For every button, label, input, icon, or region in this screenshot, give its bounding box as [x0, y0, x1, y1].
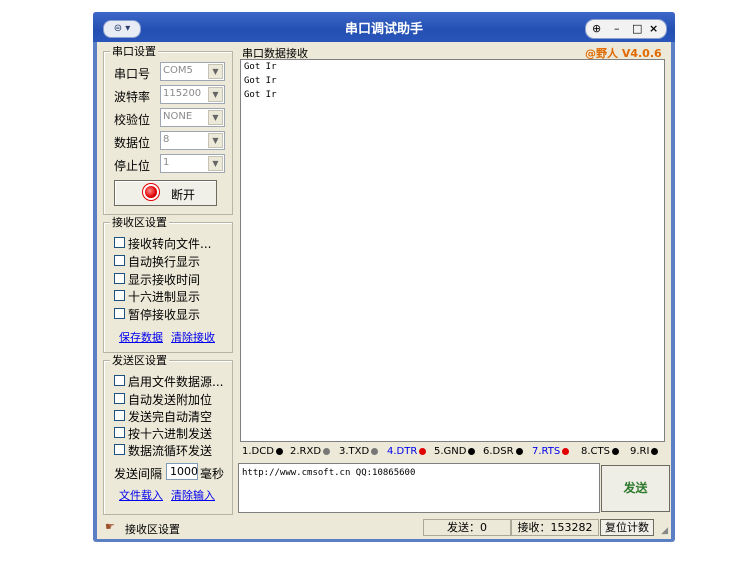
clear-input-link[interactable]: 清除输入 — [171, 487, 215, 503]
signal-dot-icon — [562, 447, 570, 455]
signal-dot-icon — [371, 447, 379, 455]
hand-pointer-icon: ☛ — [105, 520, 115, 533]
pause-display-checkbox[interactable]: 暂停接收显示 — [114, 306, 234, 322]
chevron-down-icon[interactable]: ▼ — [208, 133, 223, 148]
append-bit-checkbox[interactable]: 自动发送附加位 — [114, 391, 234, 407]
port-settings-group: 串口设置 串口号 COM5 ▼ 波特率 115200 ▼ 校验位 NONE ▼ 数据位… — [103, 45, 234, 215]
status-led-icon — [145, 186, 157, 198]
interval-unit: 毫秒 — [200, 467, 225, 481]
hex-send-checkbox[interactable]: 按十六进制发送 — [114, 425, 234, 441]
signal-dot-icon — [419, 447, 427, 455]
send-text: http://www.cmsoft.cn QQ:10865600 — [242, 468, 416, 478]
signal-txd: 3.TXD — [339, 446, 379, 457]
signal-dot-icon — [651, 447, 659, 455]
close-button[interactable]: × — [649, 20, 658, 38]
hex-display-checkbox[interactable]: 十六进制显示 — [114, 288, 234, 304]
signal-dsr: 6.DSR — [483, 446, 523, 457]
file-source-checkbox[interactable]: 启用文件数据源... — [114, 373, 234, 389]
signal-ri: 9.RI — [630, 446, 659, 457]
signal-rxd: 2.RXD — [290, 446, 331, 457]
window-controls: ⊕ – □ × — [585, 19, 667, 39]
send-settings-group: 发送区设置 启用文件数据源... 自动发送附加位 发送完自动清空 按十六进制发送… — [103, 354, 234, 515]
receive-line: Got Ir — [244, 76, 277, 86]
stopbits-row: 停止位 1 ▼ — [114, 154, 234, 174]
resize-grip-icon[interactable]: ◢ — [661, 526, 668, 536]
port-select[interactable]: COM5 ▼ — [160, 62, 225, 81]
signal-dot-icon — [323, 447, 331, 455]
receive-line: Got Ir — [244, 62, 277, 72]
chevron-down-icon[interactable]: ▼ — [208, 87, 223, 102]
port-row: 串口号 COM5 ▼ — [114, 62, 234, 82]
parity-select[interactable]: NONE ▼ — [160, 108, 225, 127]
save-data-link[interactable]: 保存数据 — [119, 329, 163, 345]
parity-row: 校验位 NONE ▼ — [114, 108, 234, 128]
baud-row: 波特率 115200 ▼ — [114, 85, 234, 105]
signal-dot-icon — [468, 447, 476, 455]
databits-row: 数据位 8 ▼ — [114, 131, 234, 151]
receive-settings-group: 接收区设置 接收转向文件... 自动换行显示 显示接收时间 十六进制显示 暂停接… — [103, 216, 234, 353]
minimize-button[interactable]: – — [614, 20, 620, 38]
databits-label: 数据位 — [114, 136, 151, 150]
port-label: 串口号 — [114, 67, 151, 81]
chevron-down-icon[interactable]: ▼ — [208, 156, 223, 171]
signal-dcd: 1.DCD — [242, 446, 283, 457]
reset-count-button[interactable]: 复位计数 — [600, 519, 654, 536]
rx-to-file-checkbox[interactable]: 接收转向文件... — [114, 235, 234, 251]
baud-label: 波特率 — [114, 90, 151, 104]
show-time-checkbox[interactable]: 显示接收时间 — [114, 271, 234, 287]
signal-dot-icon — [275, 447, 283, 455]
auto-clear-checkbox[interactable]: 发送完自动清空 — [114, 408, 234, 424]
send-textarea[interactable]: http://www.cmsoft.cn QQ:10865600 — [238, 463, 600, 513]
interval-input[interactable]: 1000 — [166, 463, 198, 480]
auto-wrap-checkbox[interactable]: 自动换行显示 — [114, 253, 234, 269]
signal-dtr: 4.DTR — [387, 446, 427, 457]
loop-send-checkbox[interactable]: 数据流循环发送 — [114, 442, 234, 458]
signal-dot-icon — [515, 447, 523, 455]
chevron-down-icon[interactable]: ▼ — [208, 64, 223, 79]
databits-select[interactable]: 8 ▼ — [160, 131, 225, 150]
stopbits-label: 停止位 — [114, 159, 151, 173]
signal-cts: 8.CTS — [581, 446, 619, 457]
file-load-link[interactable]: 文件载入 — [119, 487, 163, 503]
signal-indicator-bar: 1.DCD 2.RXD 3.TXD 4.DTR 5.GND 6.DSR 7.RT… — [240, 442, 665, 462]
port-settings-label: 串口设置 — [110, 45, 158, 58]
client-area: 串口设置 串口号 COM5 ▼ 波特率 115200 ▼ 校验位 NONE ▼ 数据位… — [97, 42, 671, 539]
parity-label: 校验位 — [114, 113, 151, 127]
pin-icon[interactable]: ⊕ — [592, 20, 601, 38]
app-window: ⊜ ▾ 串口调试助手 ⊕ – □ × 串口设置 串口号 COM5 ▼ 波特率 11… — [93, 12, 675, 542]
receive-line: Got Ir — [244, 90, 277, 100]
send-settings-label: 发送区设置 — [110, 354, 169, 367]
send-button[interactable]: 发送 — [601, 465, 670, 512]
maximize-button[interactable]: □ — [632, 20, 642, 38]
interval-label: 发送间隔 — [114, 467, 163, 481]
status-bar: ☛ 接收区设置 发送：0 接收：153282 复位计数 ◢ — [97, 517, 671, 537]
baud-select[interactable]: 115200 ▼ — [160, 85, 225, 104]
chevron-down-icon[interactable]: ▼ — [208, 110, 223, 125]
received-count: 接收：153282 — [511, 519, 599, 536]
sent-count: 发送：0 — [423, 519, 511, 536]
stopbits-select[interactable]: 1 ▼ — [160, 154, 225, 173]
clear-receive-link[interactable]: 清除接收 — [171, 329, 215, 345]
receive-textarea[interactable]: Got Ir Got Ir Got Ir — [240, 59, 665, 442]
receive-settings-label: 接收区设置 — [110, 216, 169, 229]
signal-dot-icon — [611, 447, 619, 455]
open-close-port-button[interactable]: 断开 — [114, 180, 217, 206]
signal-gnd: 5.GND — [434, 446, 476, 457]
signal-rts: 7.RTS — [532, 446, 570, 457]
status-text: 接收区设置 — [125, 523, 180, 536]
title-bar[interactable]: ⊜ ▾ 串口调试助手 ⊕ – □ × — [93, 12, 675, 42]
